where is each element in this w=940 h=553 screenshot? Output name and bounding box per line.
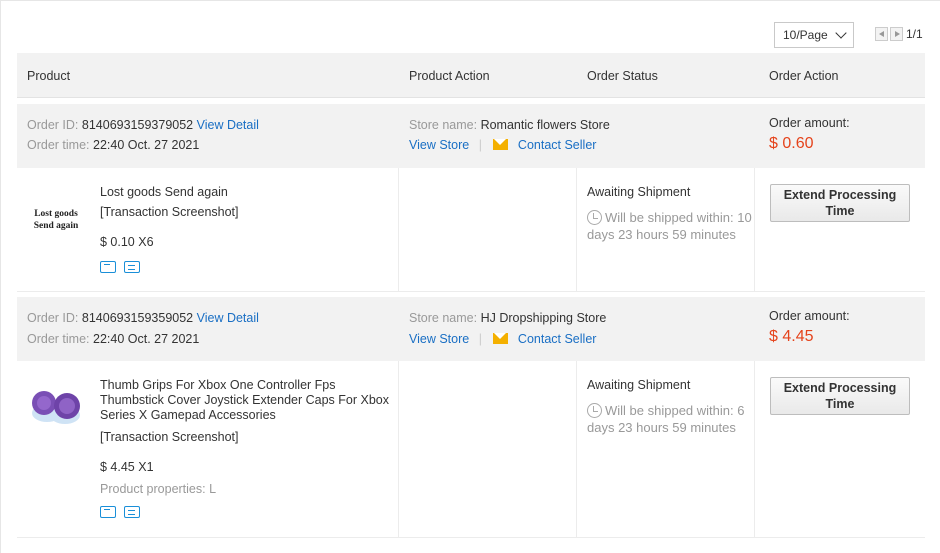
truck-icon[interactable] bbox=[100, 506, 116, 518]
order-amount-label: Order amount: bbox=[769, 309, 850, 323]
column-divider bbox=[576, 361, 577, 537]
order-id: 8140693159359052 bbox=[81, 311, 194, 325]
clock-icon bbox=[587, 210, 602, 225]
chevron-down-icon bbox=[835, 27, 847, 39]
column-divider bbox=[398, 361, 399, 537]
extend-processing-time-button[interactable]: Extend Processing Time bbox=[770, 377, 910, 415]
product-price-qty: $ 0.10 X6 bbox=[100, 235, 154, 249]
order-id-label: Order ID: bbox=[27, 311, 79, 325]
product-icons bbox=[100, 506, 148, 520]
column-divider bbox=[576, 168, 577, 291]
column-divider bbox=[754, 361, 755, 537]
ship-note-text: Will be shipped within: 10 days 23 hours… bbox=[587, 210, 752, 242]
shipping-countdown: Will be shipped within: 10 days 23 hours… bbox=[587, 209, 757, 243]
mail-icon bbox=[493, 333, 509, 344]
view-store-link[interactable]: View Store bbox=[409, 138, 469, 152]
mail-icon bbox=[493, 139, 509, 150]
order-id-label: Order ID: bbox=[27, 118, 79, 132]
thumbnail-text: Lost goods Send again bbox=[33, 209, 79, 231]
contact-seller-link[interactable]: Contact Seller bbox=[518, 138, 597, 152]
store-name-label: Store name: bbox=[409, 311, 478, 325]
pagination: 10/Page 1/1 bbox=[774, 22, 940, 50]
order-time-label: Order time: bbox=[27, 138, 90, 152]
product-name-link[interactable]: Lost goods Send again bbox=[100, 185, 395, 200]
order-amount: $ 0.60 bbox=[769, 135, 814, 152]
ship-note-text: Will be shipped within: 6 days 23 hours … bbox=[587, 403, 745, 435]
extend-button-label: Extend Processing Time bbox=[783, 381, 897, 411]
product-name-link[interactable]: Thumb Grips For Xbox One Controller Fps … bbox=[100, 378, 395, 423]
order-status: Awaiting Shipment bbox=[587, 185, 691, 199]
header-order-action: Order Action bbox=[769, 69, 839, 83]
header-order-status: Order Status bbox=[587, 69, 658, 83]
header-product: Product bbox=[27, 69, 71, 83]
product-thumbnail[interactable] bbox=[27, 383, 85, 433]
arrow-left-icon bbox=[879, 31, 884, 37]
product-properties: Product properties: L bbox=[100, 482, 217, 496]
order-item-row: Thumb Grips For Xbox One Controller Fps … bbox=[17, 361, 925, 538]
view-store-link[interactable]: View Store bbox=[409, 332, 469, 346]
thumb-grips-image bbox=[32, 391, 80, 424]
extend-button-label: Extend Processing Time bbox=[783, 188, 897, 218]
order-amount-label: Order amount: bbox=[769, 116, 850, 130]
return-icon[interactable] bbox=[124, 261, 140, 273]
clock-icon bbox=[587, 403, 602, 418]
transaction-screenshot-link[interactable]: [Transaction Screenshot] bbox=[100, 430, 239, 444]
extend-processing-time-button[interactable]: Extend Processing Time bbox=[770, 184, 910, 222]
link-separator: | bbox=[478, 332, 482, 346]
order-header: Order ID: 8140693159379052 View Detail O… bbox=[17, 104, 925, 168]
order-time: 22:40 Oct. 27 2021 bbox=[93, 332, 200, 346]
shipping-countdown: Will be shipped within: 6 days 23 hours … bbox=[587, 402, 757, 436]
order-id: 8140693159379052 bbox=[81, 118, 194, 132]
transaction-screenshot-link[interactable]: [Transaction Screenshot] bbox=[100, 205, 239, 219]
page-size-select[interactable]: 10/Page bbox=[774, 22, 854, 48]
arrow-right-icon bbox=[895, 31, 900, 37]
order-header: Order ID: 8140693159359052 View Detail O… bbox=[17, 297, 925, 361]
product-thumbnail[interactable]: Lost goods Send again bbox=[27, 203, 85, 253]
table-header: Product Product Action Order Status Orde… bbox=[17, 53, 925, 98]
truck-icon[interactable] bbox=[100, 261, 116, 273]
order-time-label: Order time: bbox=[27, 332, 90, 346]
column-divider bbox=[398, 168, 399, 291]
page-size-value: 10/Page bbox=[783, 28, 828, 42]
order-status: Awaiting Shipment bbox=[587, 378, 691, 392]
product-price-qty: $ 4.45 X1 bbox=[100, 460, 154, 474]
contact-seller-link[interactable]: Contact Seller bbox=[518, 332, 597, 346]
next-page-button[interactable] bbox=[890, 27, 903, 41]
return-icon[interactable] bbox=[124, 506, 140, 518]
page-count: 1/1 bbox=[906, 27, 923, 41]
header-product-action: Product Action bbox=[409, 69, 490, 83]
prev-page-button[interactable] bbox=[875, 27, 888, 41]
store-name: HJ Dropshipping Store bbox=[480, 311, 607, 325]
view-detail-link[interactable]: View Detail bbox=[197, 311, 259, 325]
store-name: Romantic flowers Store bbox=[480, 118, 610, 132]
store-name-label: Store name: bbox=[409, 118, 478, 132]
order-item-row: Lost goods Send again Lost goods Send ag… bbox=[17, 168, 925, 292]
order-amount: $ 4.45 bbox=[769, 328, 814, 345]
product-icons bbox=[100, 261, 148, 275]
view-detail-link[interactable]: View Detail bbox=[197, 118, 259, 132]
order-time: 22:40 Oct. 27 2021 bbox=[93, 138, 200, 152]
link-separator: | bbox=[478, 138, 482, 152]
